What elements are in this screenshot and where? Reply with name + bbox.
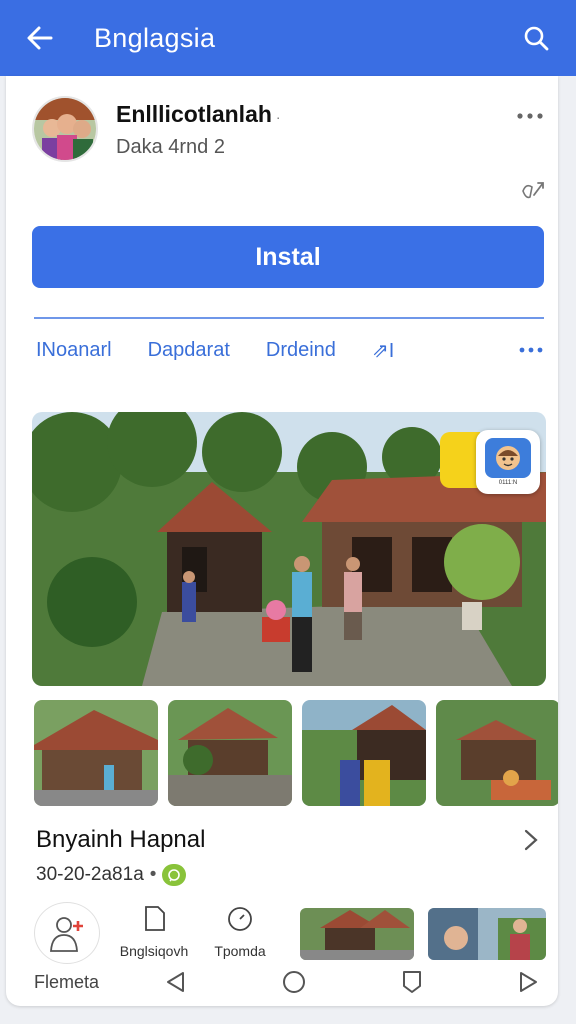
screenshot-thumbnails — [34, 700, 558, 806]
search-icon — [524, 26, 549, 51]
badge-smile-icon — [440, 432, 480, 488]
tabs-more-button[interactable] — [516, 338, 546, 362]
shield-icon — [403, 971, 421, 993]
document-icon — [145, 906, 165, 931]
app-bar: Bnglagsia — [0, 0, 576, 76]
chat-badge-icon — [162, 864, 187, 886]
thumbnail[interactable] — [34, 700, 158, 806]
app-badge-icon: 0111:N — [476, 430, 540, 494]
app-detail-card: Enlllicotlanlah · Daka 4rnd 2 Instal INoa… — [6, 76, 558, 1006]
add-user-icon — [50, 917, 83, 952]
triangle-left-icon — [167, 972, 184, 992]
search-button[interactable] — [496, 0, 576, 76]
tab-related[interactable]: ⇗I — [372, 338, 394, 363]
page-title: Bnglagsia — [94, 22, 216, 53]
nav-back-button[interactable] — [160, 966, 192, 998]
more-horizontal-icon — [517, 113, 543, 119]
action-share[interactable]: Bnglsiqovh — [114, 904, 194, 959]
action-timer[interactable]: Tpomda — [200, 904, 280, 959]
share-icon — [522, 182, 544, 199]
related-thumbnail[interactable] — [300, 908, 414, 960]
more-options-button[interactable] — [512, 104, 548, 128]
thumbnail[interactable] — [168, 700, 292, 806]
section-date: 30-20-2a81a — [36, 864, 144, 885]
tab-reviews[interactable]: Drdeind — [266, 339, 336, 362]
bottom-nav: Flemeta — [34, 962, 546, 1002]
thumbnail[interactable] — [436, 700, 558, 806]
nav-forward-button[interactable] — [512, 966, 544, 998]
add-user-button[interactable] — [34, 902, 100, 964]
tab-details[interactable]: Dapdarat — [148, 339, 230, 362]
nav-home-button[interactable] — [278, 966, 310, 998]
tab-bar: INoanarl Dapdarat Drdeind ⇗I — [36, 332, 546, 368]
triangle-right-icon — [520, 972, 537, 992]
related-thumbnail[interactable] — [428, 908, 546, 960]
back-button[interactable] — [0, 0, 80, 76]
share-button[interactable] — [516, 176, 550, 206]
app-name: Enlllicotlanlah · — [116, 101, 281, 127]
tab-overview[interactable]: INoanarl — [36, 339, 112, 362]
thumbnail[interactable] — [302, 700, 426, 806]
face-icon — [496, 446, 520, 470]
section-title: Bnyainh Hapnal — [36, 826, 206, 853]
app-avatar — [32, 96, 98, 162]
clock-icon — [228, 907, 252, 931]
tabs-divider — [34, 317, 544, 319]
section-meta: 30-20-2a81a • — [36, 864, 187, 886]
arrow-left-icon — [27, 26, 53, 50]
install-button[interactable]: Instal — [32, 226, 544, 288]
section-expand-button[interactable] — [518, 826, 544, 854]
more-horizontal-icon — [519, 347, 543, 353]
app-subtitle: Daka 4rnd 2 — [116, 136, 225, 158]
chevron-right-icon — [524, 829, 538, 851]
circle-home-icon — [283, 971, 305, 993]
action-row: Bnglsiqovh Tpomda — [34, 902, 546, 964]
bottom-nav-label: Flemeta — [34, 971, 100, 992]
nav-recents-button[interactable] — [396, 966, 428, 998]
